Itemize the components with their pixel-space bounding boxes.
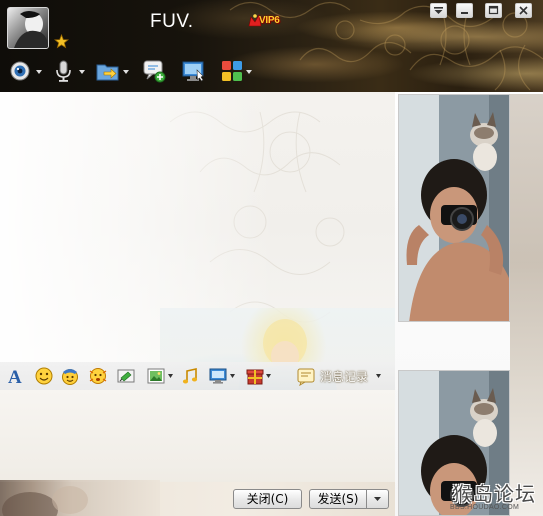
chevron-down-icon [374, 497, 381, 501]
send-options-button[interactable] [366, 489, 389, 509]
send-button[interactable]: 发送(S) [309, 489, 367, 509]
close-button[interactable]: 关闭(C) [233, 489, 302, 509]
background-photo-fragment [0, 480, 160, 516]
screen-capture-icon[interactable] [208, 366, 228, 386]
watermark-url: BBS.HOUDAO.COM [450, 504, 520, 511]
menu-dropdown-icon [434, 7, 443, 14]
apps-dropdown-icon[interactable] [246, 70, 252, 74]
gift-icon[interactable] [245, 366, 265, 386]
emoticon-icon[interactable] [34, 366, 54, 386]
contact-nickname: FUV. [150, 11, 194, 32]
site-watermark: 猴岛论坛 BBS.HOUDAO.COM [448, 478, 540, 516]
screen-capture-dropdown-icon[interactable] [230, 374, 235, 378]
contact-show-photo[interactable] [398, 94, 510, 322]
gift-dropdown-icon[interactable] [266, 374, 271, 378]
side-background-strip [510, 94, 543, 516]
contact-avatar[interactable] [7, 7, 49, 49]
watermark-text: 猴岛论坛 [452, 482, 536, 506]
video-call-icon[interactable] [9, 58, 35, 84]
font-icon[interactable]: A [6, 366, 26, 386]
video-call-dropdown-icon[interactable] [36, 70, 42, 74]
send-image-icon[interactable] [146, 366, 166, 386]
minimize-button[interactable] [456, 3, 473, 18]
title-bar[interactable]: FUV. VIP6 [0, 0, 543, 92]
close-window-button[interactable] [515, 3, 532, 18]
message-history-dropdown-icon[interactable] [376, 374, 381, 378]
remote-assistance-icon[interactable] [181, 58, 207, 84]
menu-dropdown-button[interactable] [430, 3, 447, 18]
avatar-portrait [14, 11, 48, 48]
close-icon [519, 6, 528, 15]
vip-badge-label: VIP6 [259, 15, 280, 26]
vip-badge[interactable]: VIP6 [248, 11, 292, 31]
contact-photo-image [399, 95, 509, 321]
send-image-dropdown-icon[interactable] [168, 374, 173, 378]
message-history-button[interactable]: 消息记录 [320, 368, 368, 385]
voice-message-icon[interactable] [116, 366, 136, 386]
maximize-icon [488, 5, 499, 15]
apps-grid-icon[interactable] [219, 58, 245, 84]
message-history-icon[interactable] [296, 366, 316, 386]
nudge-icon[interactable] [88, 366, 108, 386]
create-group-chat-icon[interactable] [141, 58, 167, 84]
svg-text:A: A [8, 367, 22, 386]
voice-call-icon[interactable] [51, 58, 77, 84]
star-icon [54, 34, 69, 49]
send-file-icon[interactable] [95, 58, 121, 84]
music-icon[interactable] [180, 366, 200, 386]
voice-call-dropdown-icon[interactable] [79, 70, 85, 74]
minimize-icon [461, 12, 468, 14]
magic-emoticon-icon[interactable] [60, 366, 80, 386]
send-file-dropdown-icon[interactable] [123, 70, 129, 74]
maximize-button[interactable] [485, 3, 502, 18]
